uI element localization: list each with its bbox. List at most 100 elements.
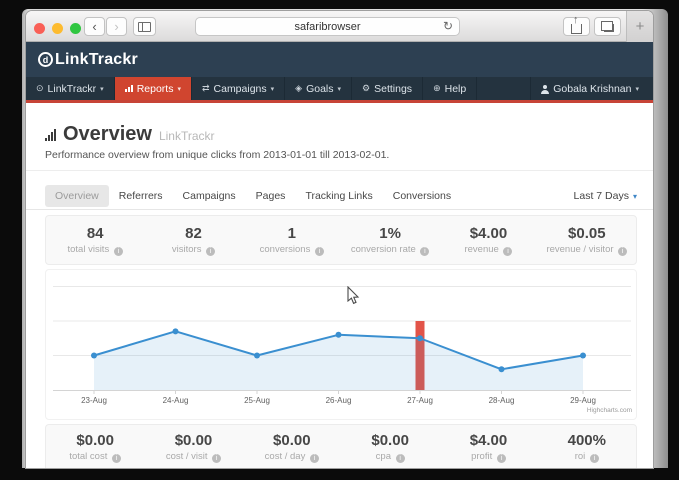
nav-item-settings[interactable]: ⚙ Settings bbox=[352, 77, 423, 100]
line-chart: 23-Aug24-Aug25-Aug26-Aug27-Aug28-Aug29-A… bbox=[46, 270, 638, 421]
stat-label: total cost bbox=[69, 451, 107, 462]
screenshot-frame: ‹ › safaribrowser ↻ + d LinkTrackr ⊙ Lin… bbox=[22, 9, 668, 468]
nav-item-goals[interactable]: ◈ Goals ▾ bbox=[285, 77, 352, 100]
stat-label: profit bbox=[471, 451, 492, 462]
top-stats-card: 84 total visits i 82 visitors i 1 conver… bbox=[45, 215, 637, 265]
info-icon[interactable]: i bbox=[112, 454, 121, 463]
user-name: Gobala Krishnan bbox=[553, 83, 631, 95]
title-block: Overview LinkTrackr Performance overview… bbox=[26, 103, 653, 161]
tab-pages[interactable]: Pages bbox=[246, 185, 296, 207]
stat-value: $4.00 bbox=[439, 225, 537, 242]
safari-window: ‹ › safaribrowser ↻ + d LinkTrackr ⊙ Lin… bbox=[26, 11, 653, 468]
forward-icon: › bbox=[114, 20, 118, 33]
stat-total-cost: $0.00 total cost i bbox=[46, 432, 144, 463]
nav-item-linktrackr[interactable]: ⊙ LinkTrackr ▾ bbox=[26, 77, 115, 100]
stat-label: visitors bbox=[172, 244, 202, 255]
stat-visitors: 82 visitors i bbox=[144, 225, 242, 256]
linktrackr-logo-icon: d bbox=[38, 52, 53, 67]
svg-text:24-Aug: 24-Aug bbox=[163, 396, 189, 405]
bar-chart-icon bbox=[125, 85, 133, 92]
reload-icon[interactable]: ↻ bbox=[443, 19, 453, 33]
info-icon[interactable]: i bbox=[212, 454, 221, 463]
stat-value: 400% bbox=[538, 432, 636, 449]
chevron-down-icon: ▾ bbox=[633, 192, 637, 201]
svg-text:27-Aug: 27-Aug bbox=[407, 396, 433, 405]
svg-text:23-Aug: 23-Aug bbox=[81, 396, 107, 405]
linktrackr-logo[interactable]: d LinkTrackr bbox=[38, 51, 138, 69]
stat-value: $0.00 bbox=[144, 432, 242, 449]
user-menu[interactable]: Gobala Krishnan ▾ bbox=[530, 77, 653, 100]
goals-icon: ◈ bbox=[295, 83, 302, 94]
stat-value: $0.00 bbox=[243, 432, 341, 449]
stat-value: 1% bbox=[341, 225, 439, 242]
info-icon[interactable]: i bbox=[114, 247, 123, 256]
page-title-suffix: LinkTrackr bbox=[159, 129, 215, 143]
user-icon bbox=[541, 85, 549, 93]
chevron-down-icon: ▾ bbox=[100, 85, 104, 93]
shuffle-icon: ⇄ bbox=[202, 83, 210, 94]
chevron-down-icon: ▾ bbox=[635, 85, 639, 93]
stat-roi: 400% roi i bbox=[538, 432, 636, 463]
address-text: safaribrowser bbox=[294, 21, 360, 33]
info-icon[interactable]: i bbox=[618, 247, 627, 256]
stat-conversion-rate: 1% conversion rate i bbox=[341, 225, 439, 256]
svg-text:Highcharts.com: Highcharts.com bbox=[587, 407, 632, 414]
info-icon[interactable]: i bbox=[315, 247, 324, 256]
minimize-window-button[interactable] bbox=[52, 23, 63, 34]
main-navigation: ⊙ LinkTrackr ▾ Reports ▾ ⇄ Campaigns ▾ ◈… bbox=[26, 77, 653, 100]
stat-label: revenue / visitor bbox=[546, 244, 613, 255]
bottom-stats-card: $0.00 total cost i $0.00 cost / visit i … bbox=[45, 424, 637, 468]
nav-label: Goals bbox=[306, 83, 333, 95]
info-icon[interactable]: i bbox=[310, 454, 319, 463]
browser-toolbar: ‹ › safaribrowser ↻ + bbox=[26, 11, 653, 42]
show-tabs-button[interactable] bbox=[594, 17, 621, 36]
date-range-selector[interactable]: Last 7 Days ▾ bbox=[574, 190, 637, 202]
share-button[interactable] bbox=[563, 17, 590, 36]
stat-label: conversions bbox=[260, 244, 311, 255]
tab-conversions[interactable]: Conversions bbox=[383, 185, 461, 207]
tab-campaigns[interactable]: Campaigns bbox=[173, 185, 246, 207]
nav-label: Campaigns bbox=[214, 83, 267, 95]
nav-label: Settings bbox=[374, 83, 412, 95]
tab-referrers[interactable]: Referrers bbox=[109, 185, 173, 207]
stat-value: 1 bbox=[243, 225, 341, 242]
svg-text:26-Aug: 26-Aug bbox=[326, 396, 352, 405]
info-icon[interactable]: i bbox=[206, 247, 215, 256]
new-tab-button[interactable]: + bbox=[626, 11, 653, 42]
info-icon[interactable]: i bbox=[497, 454, 506, 463]
stat-label: total visits bbox=[67, 244, 109, 255]
nav-item-campaigns[interactable]: ⇄ Campaigns ▾ bbox=[192, 77, 285, 100]
stat-value: $0.00 bbox=[46, 432, 144, 449]
info-icon[interactable]: i bbox=[503, 247, 512, 256]
info-icon[interactable]: i bbox=[420, 247, 429, 256]
stat-label: cost / day bbox=[265, 451, 306, 462]
nav-item-help[interactable]: ⊕ Help bbox=[423, 77, 477, 100]
page-title: Overview bbox=[63, 123, 152, 146]
globe-icon: ⊙ bbox=[36, 83, 44, 94]
visits-chart[interactable]: 23-Aug24-Aug25-Aug26-Aug27-Aug28-Aug29-A… bbox=[45, 269, 637, 420]
stat-cost-visit: $0.00 cost / visit i bbox=[144, 432, 242, 463]
zoom-window-button[interactable] bbox=[70, 23, 81, 34]
forward-button[interactable]: › bbox=[106, 17, 127, 36]
nav-label: LinkTrackr bbox=[48, 83, 97, 95]
tab-tracking-links[interactable]: Tracking Links bbox=[295, 185, 382, 207]
overview-chart-icon bbox=[45, 129, 56, 141]
chevron-down-icon: ▾ bbox=[338, 85, 342, 93]
nav-item-reports[interactable]: Reports ▾ bbox=[115, 77, 192, 100]
svg-text:25-Aug: 25-Aug bbox=[244, 396, 270, 405]
sidebar-button[interactable] bbox=[133, 17, 156, 36]
stat-label: cpa bbox=[376, 451, 391, 462]
stat-profit: $4.00 profit i bbox=[439, 432, 537, 463]
brand-name: LinkTrackr bbox=[55, 51, 138, 69]
nav-label: Help bbox=[445, 83, 467, 95]
stat-cost-day: $0.00 cost / day i bbox=[243, 432, 341, 463]
back-icon: ‹ bbox=[92, 20, 96, 33]
info-icon[interactable]: i bbox=[396, 454, 405, 463]
back-button[interactable]: ‹ bbox=[84, 17, 105, 36]
address-bar[interactable]: safaribrowser ↻ bbox=[195, 17, 460, 36]
stat-value: 84 bbox=[46, 225, 144, 242]
stat-value: 82 bbox=[144, 225, 242, 242]
close-window-button[interactable] bbox=[34, 23, 45, 34]
tab-overview[interactable]: Overview bbox=[45, 185, 109, 207]
info-icon[interactable]: i bbox=[590, 454, 599, 463]
